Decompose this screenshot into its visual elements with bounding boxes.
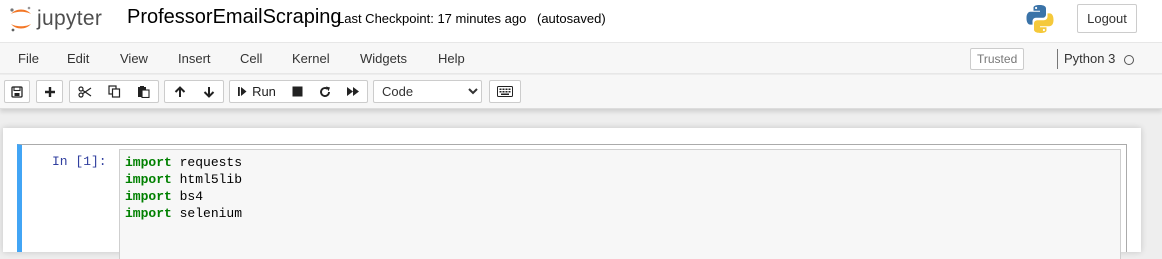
code-line: import html5lib (125, 171, 1115, 188)
code-keyword: import (125, 206, 172, 221)
command-palette-button[interactable] (489, 80, 521, 103)
cut-button[interactable] (69, 80, 100, 103)
menu-cell[interactable]: Cell (240, 51, 262, 66)
menu-insert[interactable]: Insert (178, 51, 211, 66)
logo-text: jupyter (37, 7, 103, 30)
menu-view[interactable]: View (120, 51, 148, 66)
move-up-button[interactable] (164, 80, 195, 103)
paste-button[interactable] (129, 80, 159, 103)
run-button-label: Run (252, 84, 276, 99)
code-keyword: import (125, 172, 172, 187)
logout-button[interactable]: Logout (1077, 4, 1137, 33)
copy-icon (107, 85, 120, 98)
menubar: File Edit View Insert Cell Kernel Widget… (0, 42, 1162, 74)
menu-help[interactable]: Help (438, 51, 465, 66)
code-keyword: import (125, 155, 172, 170)
save-button[interactable] (4, 80, 30, 103)
toolbar: Run (0, 75, 1162, 109)
arrow-down-icon (203, 86, 214, 98)
jupyter-logo[interactable]: jupyter (8, 4, 102, 34)
code-module: requests (179, 155, 243, 170)
code-module: selenium (179, 206, 243, 221)
menu-widgets[interactable]: Widgets (360, 51, 407, 66)
kernel-idle-indicator-icon (1124, 55, 1134, 65)
python-logo-icon (1024, 3, 1056, 40)
scissors-icon (77, 85, 91, 98)
code-line: import bs4 (125, 188, 1115, 205)
kernel-separator (1057, 49, 1058, 69)
code-line: import requests (125, 154, 1115, 171)
menu-kernel[interactable]: Kernel (292, 51, 330, 66)
menu-edit[interactable]: Edit (67, 51, 89, 66)
code-editor[interactable]: import requests import html5lib import b… (119, 149, 1121, 259)
code-keyword: import (125, 189, 172, 204)
stop-icon (292, 86, 302, 97)
arrow-up-icon (174, 85, 185, 97)
header: jupyter ProfessorEmailScraping Last Chec… (0, 0, 1162, 42)
notebook-name[interactable]: ProfessorEmailScraping (127, 6, 342, 29)
move-down-button[interactable] (194, 80, 224, 103)
save-icon (11, 85, 23, 98)
copy-button[interactable] (99, 80, 130, 103)
input-prompt: In [1]: (52, 154, 107, 169)
restart-run-all-button[interactable] (339, 80, 368, 103)
keyboard-icon (497, 86, 513, 97)
code-cell[interactable]: In [1]: import requests import html5lib … (17, 144, 1127, 259)
code-line: import selenium (125, 205, 1115, 222)
paste-icon (138, 86, 150, 98)
interrupt-kernel-button[interactable] (283, 80, 312, 103)
checkpoint-status: Last Checkpoint: 17 minutes ago (337, 11, 527, 26)
menu-file[interactable]: File (18, 51, 39, 66)
jupyter-logo-icon (10, 6, 31, 32)
run-button[interactable]: Run (229, 80, 284, 103)
plus-icon (44, 86, 55, 97)
fast-forward-icon (347, 87, 359, 96)
step-forward-icon (238, 87, 247, 96)
redo-icon (320, 86, 330, 97)
code-module: html5lib (179, 172, 243, 187)
cell-type-select[interactable]: Code (373, 80, 482, 103)
trusted-indicator[interactable]: Trusted (970, 48, 1025, 70)
restart-kernel-button[interactable] (311, 80, 340, 103)
code-module: bs4 (179, 189, 204, 204)
insert-cell-button[interactable] (36, 80, 63, 103)
autosave-status: (autosaved) (537, 11, 606, 26)
notebook-container: In [1]: import requests import html5lib … (3, 128, 1141, 259)
kernel-name[interactable]: Python 3 (1064, 51, 1115, 66)
